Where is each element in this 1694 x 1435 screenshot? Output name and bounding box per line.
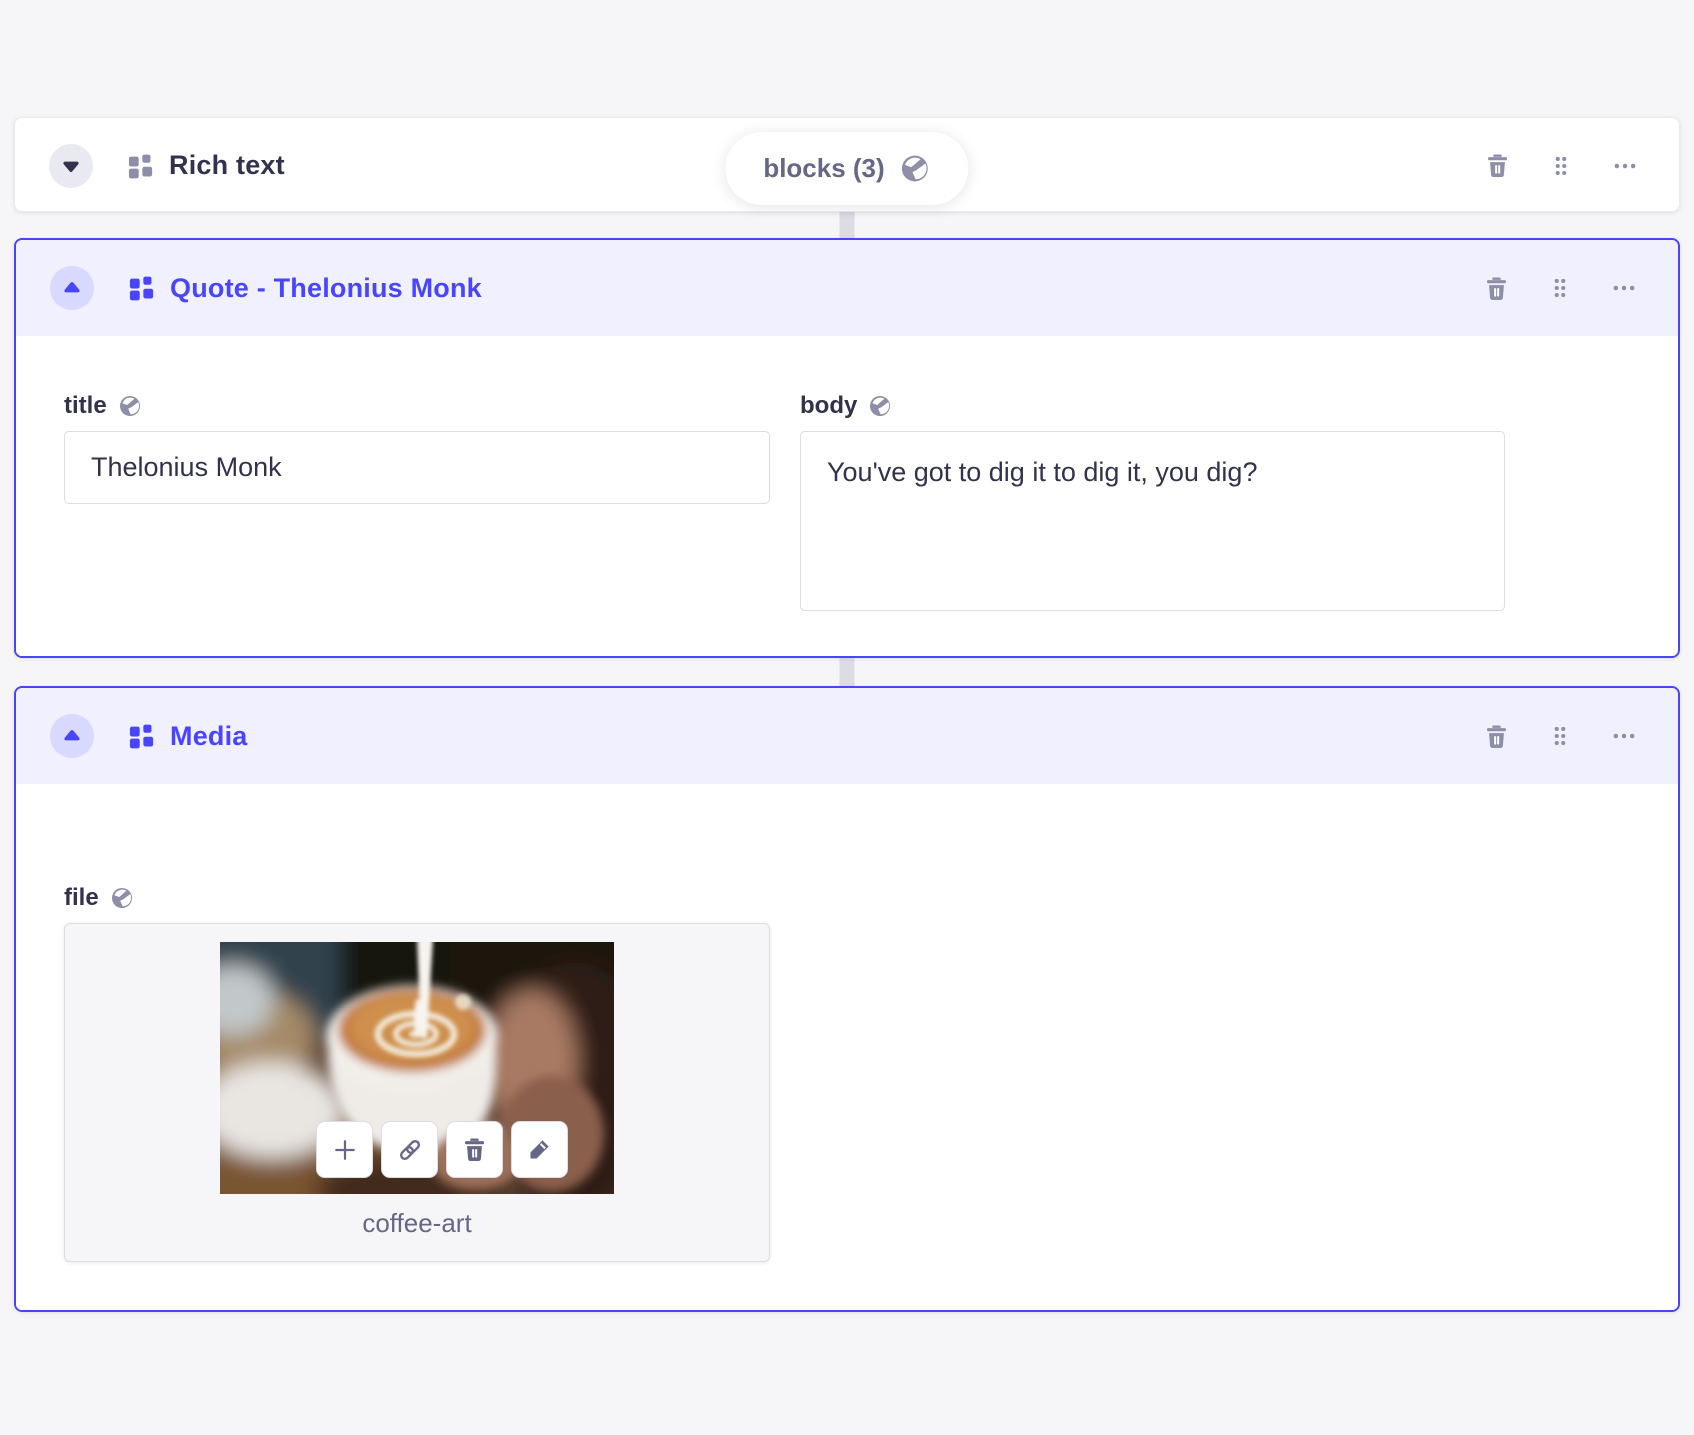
more-options-button[interactable] — [1611, 152, 1639, 180]
field-title: title — [64, 392, 770, 504]
chevron-up-icon — [59, 723, 85, 749]
media-actions-toolbar — [316, 1121, 568, 1178]
globe-icon — [868, 394, 892, 418]
delete-block-button[interactable] — [1483, 152, 1511, 180]
drag-dots-icon — [1547, 723, 1573, 749]
field-label: title — [64, 392, 107, 419]
pencil-icon — [526, 1136, 553, 1163]
media-preview — [220, 942, 614, 1194]
ellipsis-icon — [1611, 152, 1639, 180]
field-label: file — [64, 884, 99, 911]
block-title: Media — [170, 720, 248, 751]
dynamic-zone-pill[interactable]: blocks (3) — [725, 132, 969, 205]
copy-link-button[interactable] — [381, 1121, 438, 1178]
more-options-button[interactable] — [1610, 274, 1638, 302]
globe-icon — [900, 153, 931, 184]
delete-block-button[interactable] — [1482, 722, 1510, 750]
block-quote-header[interactable]: Quote - Thelonius Monk — [16, 240, 1678, 336]
link-icon — [396, 1136, 424, 1164]
component-blocks-icon — [127, 722, 155, 750]
title-input[interactable] — [64, 431, 770, 504]
trash-icon — [1483, 275, 1510, 302]
component-blocks-icon — [126, 152, 154, 180]
dynamic-zone-label: blocks (3) — [763, 153, 885, 183]
collapse-toggle-button[interactable] — [50, 714, 94, 758]
trash-icon — [461, 1136, 488, 1163]
delete-block-button[interactable] — [1482, 274, 1510, 302]
more-options-button[interactable] — [1610, 722, 1638, 750]
media-carousel-card: coffee-art — [64, 923, 770, 1262]
drag-dots-icon — [1547, 275, 1573, 301]
expand-toggle-button[interactable] — [49, 143, 93, 188]
field-file: file coffee-art — [64, 884, 1630, 1262]
field-body: body You've got to dig it to dig it, you… — [800, 392, 1505, 611]
block-media: Media file coffee-art — [14, 686, 1680, 1312]
block-title: Quote - Thelonius Monk — [170, 272, 482, 303]
drag-handle[interactable] — [1547, 152, 1575, 180]
ellipsis-icon — [1610, 722, 1638, 750]
drag-handle[interactable] — [1546, 722, 1574, 750]
field-label: body — [800, 392, 858, 419]
media-filename: coffee-art — [362, 1208, 472, 1238]
block-media-body: file coffee-art — [16, 784, 1678, 1310]
block-media-header[interactable]: Media — [16, 688, 1678, 784]
body-textarea[interactable]: You've got to dig it to dig it, you dig? — [800, 431, 1505, 611]
component-blocks-icon — [127, 274, 155, 302]
block-quote-body: title body — [16, 336, 1678, 656]
plus-icon — [331, 1136, 359, 1164]
delete-media-button[interactable] — [446, 1121, 503, 1178]
drag-dots-icon — [1548, 153, 1574, 179]
globe-icon — [110, 886, 134, 910]
block-quote: Quote - Thelonius Monk title Thelonius M… — [14, 238, 1680, 658]
trash-icon — [1483, 723, 1510, 750]
drag-handle[interactable] — [1546, 274, 1574, 302]
trash-icon — [1484, 152, 1511, 179]
edit-media-button[interactable] — [511, 1121, 568, 1178]
add-media-button[interactable] — [316, 1121, 373, 1178]
chevron-up-icon — [59, 275, 85, 301]
chevron-down-icon — [58, 153, 84, 179]
block-title: Rich text — [169, 150, 285, 180]
collapse-toggle-button[interactable] — [50, 266, 94, 310]
ellipsis-icon — [1610, 274, 1638, 302]
globe-icon — [118, 394, 142, 418]
